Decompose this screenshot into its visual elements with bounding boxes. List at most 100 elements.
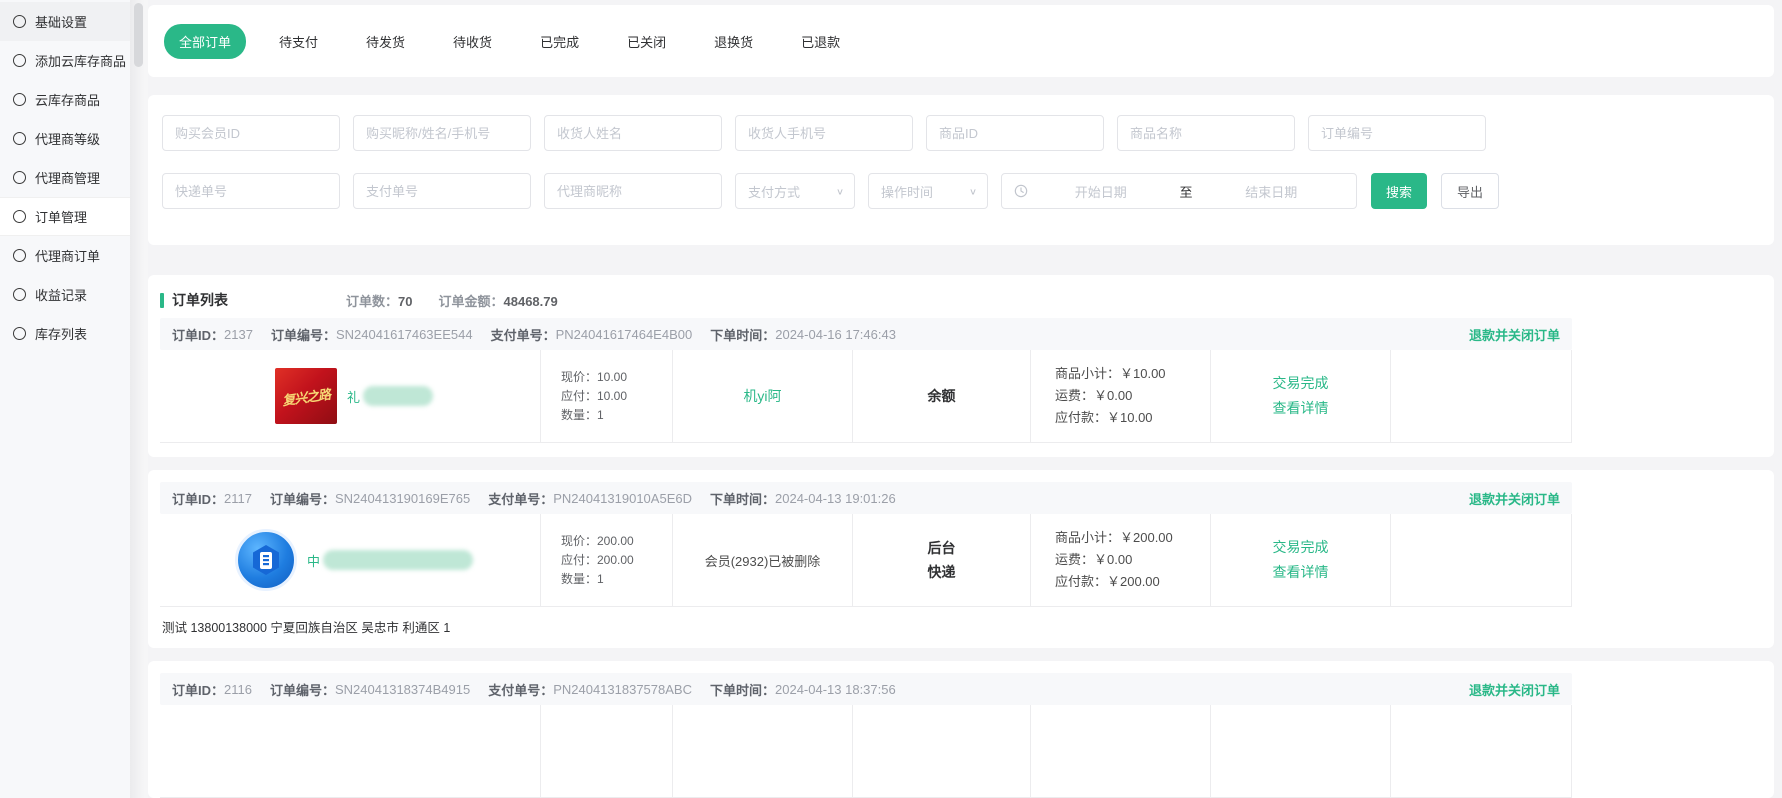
pay-method-select[interactable]: 支付方式 ∨ bbox=[735, 173, 855, 209]
payable: 应付款：￥200.00 bbox=[1055, 571, 1210, 593]
receiver-name-input[interactable] bbox=[544, 115, 722, 151]
tab-return-exchange[interactable]: 退换货 bbox=[714, 32, 753, 51]
order-id-value: 2116 bbox=[224, 682, 252, 697]
order-meta-bar: 订单ID： 2137 订单编号： SN24041617463EE544 支付单号… bbox=[160, 318, 1572, 350]
action-cell: 交易完成 查看详情 bbox=[1210, 350, 1390, 442]
sidebar-item-label: 代理商订单 bbox=[35, 246, 100, 265]
order-row bbox=[160, 705, 1572, 798]
sidebar-item-basic-settings[interactable]: 基础设置 bbox=[0, 2, 130, 41]
tab-completed[interactable]: 已完成 bbox=[540, 32, 579, 51]
op-time-select[interactable]: 操作时间 ∨ bbox=[868, 173, 988, 209]
order-card: 订单ID： 2117 订单编号： SN240413190169E765 支付单号… bbox=[148, 470, 1774, 648]
refund-close-order-link[interactable]: 退款并关闭订单 bbox=[1469, 680, 1560, 699]
green-bar-decoration bbox=[160, 293, 164, 308]
quantity: 数量：1 bbox=[561, 570, 672, 589]
order-id-label: 订单ID： bbox=[172, 325, 224, 344]
order-sn-value: SN240413190169E765 bbox=[335, 491, 470, 506]
tab-all-orders[interactable]: 全部订单 bbox=[164, 24, 246, 59]
amount-cell: 商品小计：￥10.00 运费：￥0.00 应付款：￥10.00 bbox=[1030, 350, 1210, 442]
tab-pending-receipt[interactable]: 待收货 bbox=[453, 32, 492, 51]
product-id-input[interactable] bbox=[926, 115, 1104, 151]
sidebar-item-label: 添加云库存商品 bbox=[35, 51, 126, 70]
price-cell: 现价：10.00 应付：10.00 数量：1 bbox=[540, 350, 672, 442]
sidebar-scrollbar[interactable] bbox=[130, 0, 148, 798]
freight: 运费：￥0.00 bbox=[1055, 549, 1210, 571]
sidebar-item-earnings[interactable]: 收益记录 bbox=[0, 275, 130, 314]
view-detail-link[interactable]: 查看详情 bbox=[1273, 396, 1329, 421]
price-cell: 现价：200.00 应付：200.00 数量：1 bbox=[540, 514, 672, 606]
sidebar-item-stock-list[interactable]: 库存列表 bbox=[0, 314, 130, 353]
refund-close-order-link[interactable]: 退款并关闭订单 bbox=[1469, 489, 1560, 508]
order-block: 订单ID： 2117 订单编号： SN240413190169E765 支付单号… bbox=[160, 482, 1762, 648]
order-meta-bar: 订单ID： 2116 订单编号： SN24041318374B4915 支付单号… bbox=[160, 673, 1572, 705]
order-no-input[interactable] bbox=[1308, 115, 1486, 151]
due-price: 应付：10.00 bbox=[561, 387, 672, 406]
order-id-label: 订单ID： bbox=[172, 680, 224, 699]
order-row: 复兴之路 礼 现价：10.00 应付：10.00 数量：1 机yi阿 bbox=[160, 350, 1572, 443]
sidebar-item-cloud-products[interactable]: 云库存商品 bbox=[0, 80, 130, 119]
end-date-placeholder[interactable]: 结束日期 bbox=[1199, 182, 1345, 201]
order-footer bbox=[160, 443, 1762, 457]
product-name: 中 bbox=[307, 550, 473, 570]
product-name-input[interactable] bbox=[1117, 115, 1295, 151]
radio-circle-icon bbox=[13, 93, 26, 106]
tab-closed[interactable]: 已关闭 bbox=[627, 32, 666, 51]
member-id-input[interactable] bbox=[162, 115, 340, 151]
order-amount: 订单金额：48468.79 bbox=[438, 291, 557, 310]
radio-circle-icon bbox=[13, 171, 26, 184]
export-button[interactable]: 导出 bbox=[1441, 173, 1499, 209]
sidebar-item-label: 代理商管理 bbox=[35, 168, 100, 187]
pay-method-cell: 余额 bbox=[852, 350, 1030, 442]
tab-pending-payment[interactable]: 待支付 bbox=[279, 32, 318, 51]
pay-method-cell bbox=[852, 705, 1030, 797]
order-list-stats: 订单数：70 订单金额：48468.79 bbox=[346, 291, 558, 310]
order-list-card: 订单列表 订单数：70 订单金额：48468.79 订单ID： 2137 订单编… bbox=[148, 275, 1774, 457]
radio-circle-icon bbox=[13, 132, 26, 145]
buyer-info-input[interactable] bbox=[353, 115, 531, 151]
chevron-down-icon: ∨ bbox=[836, 186, 844, 196]
view-detail-link[interactable]: 查看详情 bbox=[1273, 560, 1329, 585]
radio-circle-icon bbox=[13, 210, 26, 223]
pay-sn-label: 支付单号： bbox=[488, 680, 553, 699]
receiver-phone-input[interactable] bbox=[735, 115, 913, 151]
date-range-picker[interactable]: 开始日期 至 结束日期 bbox=[1001, 173, 1357, 209]
sidebar-item-agent-manage[interactable]: 代理商管理 bbox=[0, 158, 130, 197]
order-block: 订单ID： 2116 订单编号： SN24041318374B4915 支付单号… bbox=[160, 673, 1762, 798]
sidebar-item-agent-orders[interactable]: 代理商订单 bbox=[0, 236, 130, 275]
search-button[interactable]: 搜索 bbox=[1371, 173, 1427, 209]
buyer-cell: 机yi阿 bbox=[672, 350, 852, 442]
sidebar-item-add-cloud-product[interactable]: 添加云库存商品 bbox=[0, 41, 130, 80]
sidebar-item-agent-level[interactable]: 代理商等级 bbox=[0, 119, 130, 158]
order-time-label: 下单时间： bbox=[710, 680, 775, 699]
pay-no-input[interactable] bbox=[353, 173, 531, 209]
product-cell: 复兴之路 礼 bbox=[160, 350, 540, 442]
search-filter-panel: 支付方式 ∨ 操作时间 ∨ 开始日期 至 结束日期 搜索 导出 bbox=[148, 95, 1774, 245]
shipping-address: 测试 13800138000 宁夏回族自治区 吴忠市 利通区 1 bbox=[160, 607, 1762, 648]
order-time-value: 2024-04-16 17:46:43 bbox=[775, 327, 896, 342]
express-no-input[interactable] bbox=[162, 173, 340, 209]
pay-method-line2: 快递 bbox=[928, 560, 956, 584]
product-cell bbox=[160, 705, 540, 797]
buyer-cell: 会员(2932)已被删除 bbox=[672, 514, 852, 606]
empty-cell bbox=[1390, 705, 1572, 797]
scrollbar-thumb[interactable] bbox=[134, 3, 143, 67]
date-range-separator: 至 bbox=[1174, 182, 1199, 201]
tab-pending-shipment[interactable]: 待发货 bbox=[366, 32, 405, 51]
sidebar-item-order-manage[interactable]: 订单管理 bbox=[0, 197, 130, 236]
radio-circle-icon bbox=[13, 54, 26, 67]
chevron-down-icon: ∨ bbox=[969, 186, 977, 196]
refund-close-order-link[interactable]: 退款并关闭订单 bbox=[1469, 325, 1560, 344]
start-date-placeholder[interactable]: 开始日期 bbox=[1028, 182, 1174, 201]
amount-cell bbox=[1030, 705, 1210, 797]
agent-nick-input[interactable] bbox=[544, 173, 722, 209]
order-meta-bar: 订单ID： 2117 订单编号： SN240413190169E765 支付单号… bbox=[160, 482, 1572, 514]
product-cell: 中 bbox=[160, 514, 540, 606]
quantity: 数量：1 bbox=[561, 406, 672, 425]
action-cell bbox=[1210, 705, 1390, 797]
empty-cell bbox=[1390, 350, 1572, 442]
tab-refunded[interactable]: 已退款 bbox=[801, 32, 840, 51]
order-list-header: 订单列表 订单数：70 订单金额：48468.79 bbox=[160, 275, 1762, 318]
radio-circle-icon bbox=[13, 249, 26, 262]
sidebar-item-label: 订单管理 bbox=[35, 207, 87, 226]
order-list-title: 订单列表 bbox=[172, 290, 228, 310]
